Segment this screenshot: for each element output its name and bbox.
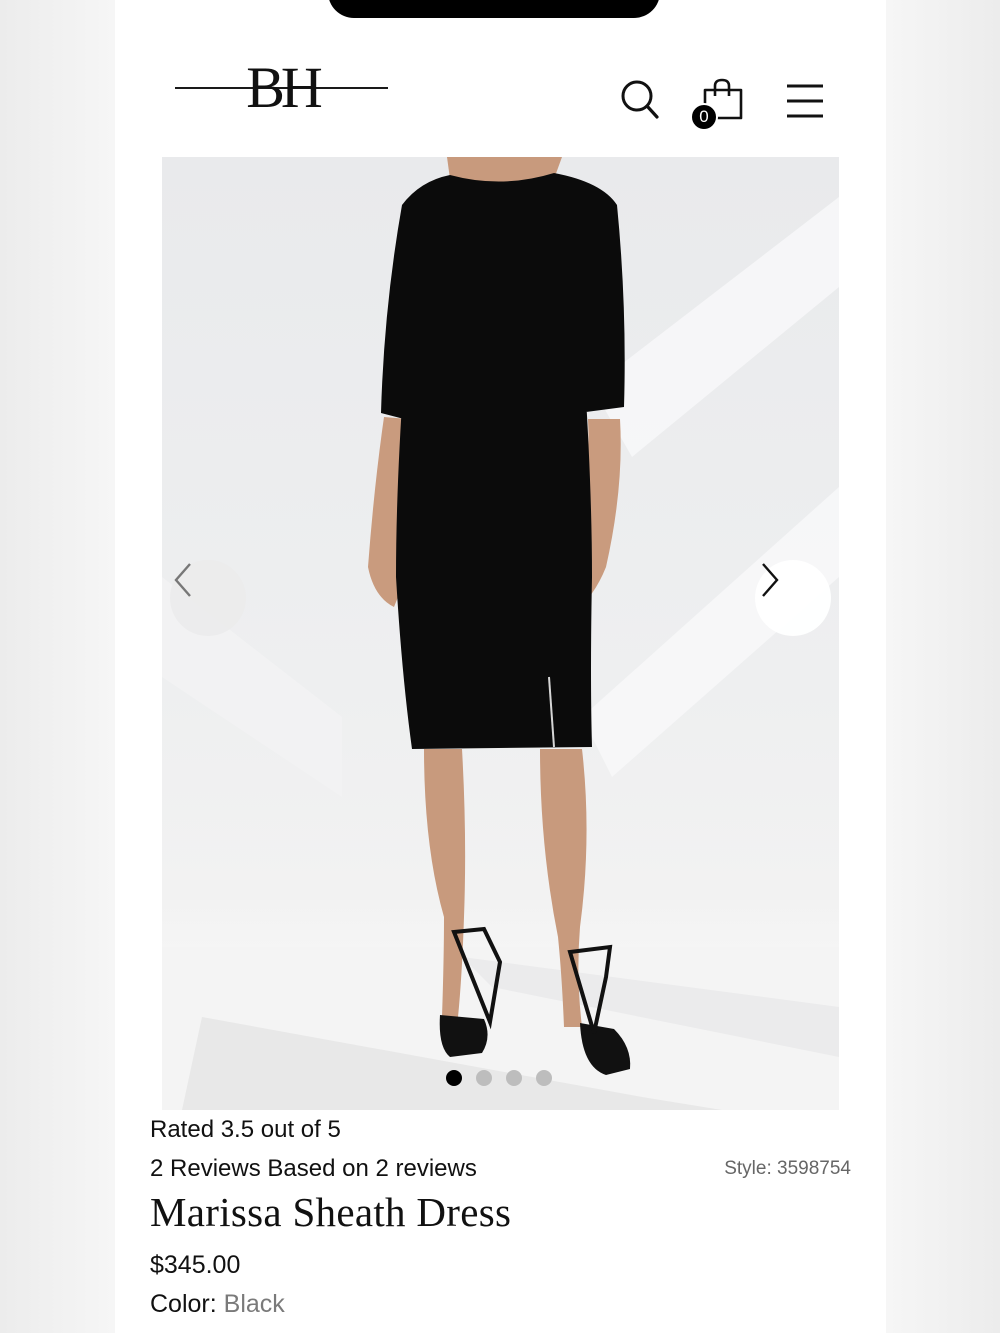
color-row: Color: Black	[150, 1290, 285, 1319]
search-icon[interactable]	[620, 78, 660, 120]
color-label: Color:	[150, 1290, 217, 1318]
product-image[interactable]	[162, 157, 839, 1110]
carousel-prev-button[interactable]	[170, 560, 246, 636]
carousel-dots	[446, 1070, 552, 1086]
carousel-dot[interactable]	[476, 1070, 492, 1086]
brand-logo[interactable]: BH	[175, 58, 388, 118]
right-background	[886, 0, 1000, 1333]
reviews-link[interactable]: 2 Reviews Based on 2 reviews	[150, 1155, 477, 1183]
color-value: Black	[223, 1290, 285, 1318]
chevron-right-icon	[762, 563, 779, 597]
cart-count-badge: 0	[690, 103, 718, 131]
mobile-page: BH 0 Rated 3.5 out of 5 2 Reviews Based …	[115, 0, 886, 1333]
carousel-next-button[interactable]	[755, 560, 831, 636]
left-background	[0, 0, 115, 1333]
hamburger-menu-icon[interactable]	[786, 82, 824, 120]
product-title: Marissa Sheath Dress	[150, 1189, 512, 1235]
rating-text: Rated 3.5 out of 5	[150, 1116, 341, 1143]
carousel-dot[interactable]	[446, 1070, 462, 1086]
carousel-dot[interactable]	[536, 1070, 552, 1086]
logo-text: BH	[246, 55, 323, 120]
device-notch	[328, 0, 660, 18]
carousel-dot[interactable]	[506, 1070, 522, 1086]
product-price: $345.00	[150, 1251, 241, 1279]
product-photo	[162, 157, 839, 1110]
chevron-left-icon	[174, 563, 191, 597]
style-number: Style: 3598754	[724, 1158, 851, 1179]
